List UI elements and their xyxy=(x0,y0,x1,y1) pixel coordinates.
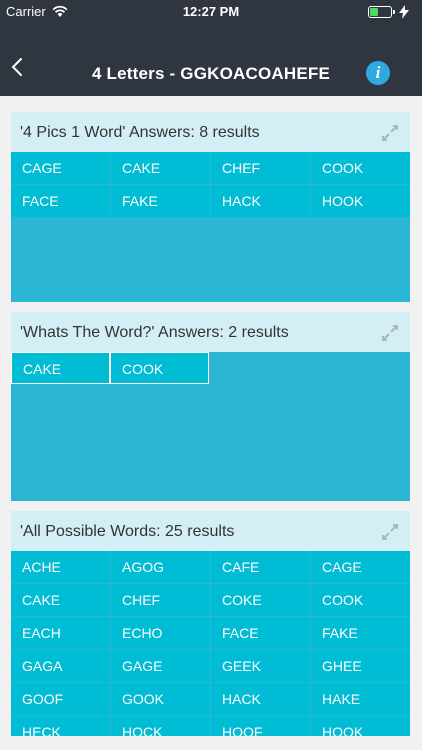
word-cell[interactable]: COOK xyxy=(311,584,410,616)
info-icon[interactable]: i xyxy=(366,61,390,85)
word-cell[interactable]: EACH xyxy=(11,617,110,649)
section-header: 'All Possible Words: 25 results xyxy=(11,511,410,551)
battery-icon xyxy=(368,6,395,18)
word-cell[interactable]: HOOF xyxy=(211,716,310,736)
word-cell[interactable]: HOOK xyxy=(311,716,410,736)
word-cell[interactable]: ECHO xyxy=(111,617,210,649)
section-header: 'Whats The Word?' Answers: 2 results xyxy=(11,312,410,352)
word-cell[interactable]: CAGE xyxy=(311,551,410,583)
word-cell[interactable]: FAKE xyxy=(311,617,410,649)
word-cell[interactable]: COKE xyxy=(211,584,310,616)
word-cell[interactable]: FAKE xyxy=(111,185,210,217)
word-cell[interactable]: GAGE xyxy=(111,650,210,682)
word-cell[interactable]: COOK xyxy=(311,152,410,184)
word-cell[interactable]: CAKE xyxy=(11,584,110,616)
word-cell[interactable]: CAGE xyxy=(11,152,110,184)
word-cell[interactable]: CHEF xyxy=(111,584,210,616)
word-cell[interactable]: GHEE xyxy=(311,650,410,682)
page-title: 4 Letters - GGKOACOAHEFE xyxy=(91,64,331,83)
word-cell[interactable]: CAKE xyxy=(11,352,110,384)
expand-icon[interactable] xyxy=(380,123,400,143)
word-cell[interactable]: AGOG xyxy=(111,551,210,583)
charging-bolt-icon xyxy=(399,5,409,19)
word-cell[interactable]: HECK xyxy=(11,716,110,736)
word-cell[interactable]: COOK xyxy=(110,352,209,384)
word-cell[interactable]: FACE xyxy=(11,185,110,217)
word-cell[interactable]: HACK xyxy=(211,683,310,715)
section-4-pics-1-word: '4 Pics 1 Word' Answers: 8 results CAGE … xyxy=(11,112,410,302)
word-grid: CAGE CAKE CHEF COOK FACE FAKE HACK HOOK xyxy=(11,152,410,218)
navigation-bar: 4 Letters - GGKOACOAHEFE i xyxy=(0,24,422,96)
word-cell[interactable]: FACE xyxy=(211,617,310,649)
word-grid: ACHE AGOG CAFE CAGE CAKE CHEF COKE COOK … xyxy=(11,551,410,736)
results-scroll[interactable]: '4 Pics 1 Word' Answers: 8 results CAGE … xyxy=(0,96,422,750)
status-bar: Carrier 12:27 PM xyxy=(0,0,422,24)
word-cell[interactable]: HACK xyxy=(211,185,310,217)
word-cell[interactable]: GOOK xyxy=(111,683,210,715)
expand-icon[interactable] xyxy=(380,522,400,542)
word-cell[interactable]: GOOF xyxy=(11,683,110,715)
word-cell[interactable]: HAKE xyxy=(311,683,410,715)
word-cell[interactable]: CHEF xyxy=(211,152,310,184)
word-cell[interactable]: HOCK xyxy=(111,716,210,736)
word-cell[interactable]: CAKE xyxy=(111,152,210,184)
clock: 12:27 PM xyxy=(182,4,240,19)
word-cell[interactable]: GAGA xyxy=(11,650,110,682)
section-title: 'Whats The Word?' Answers: 2 results xyxy=(20,324,289,341)
section-all-possible-words: 'All Possible Words: 25 results ACHE AGO… xyxy=(11,511,410,736)
section-title: 'All Possible Words: 25 results xyxy=(20,523,235,540)
word-cell[interactable]: CAFE xyxy=(211,551,310,583)
word-cell[interactable]: HOOK xyxy=(311,185,410,217)
expand-icon[interactable] xyxy=(380,323,400,343)
section-whats-the-word: 'Whats The Word?' Answers: 2 results CAK… xyxy=(11,312,410,501)
word-cell[interactable]: GEEK xyxy=(211,650,310,682)
word-cell[interactable]: ACHE xyxy=(11,551,110,583)
section-title: '4 Pics 1 Word' Answers: 8 results xyxy=(20,124,260,141)
word-grid: CAKE COOK xyxy=(11,352,410,384)
section-header: '4 Pics 1 Word' Answers: 8 results xyxy=(11,112,410,152)
